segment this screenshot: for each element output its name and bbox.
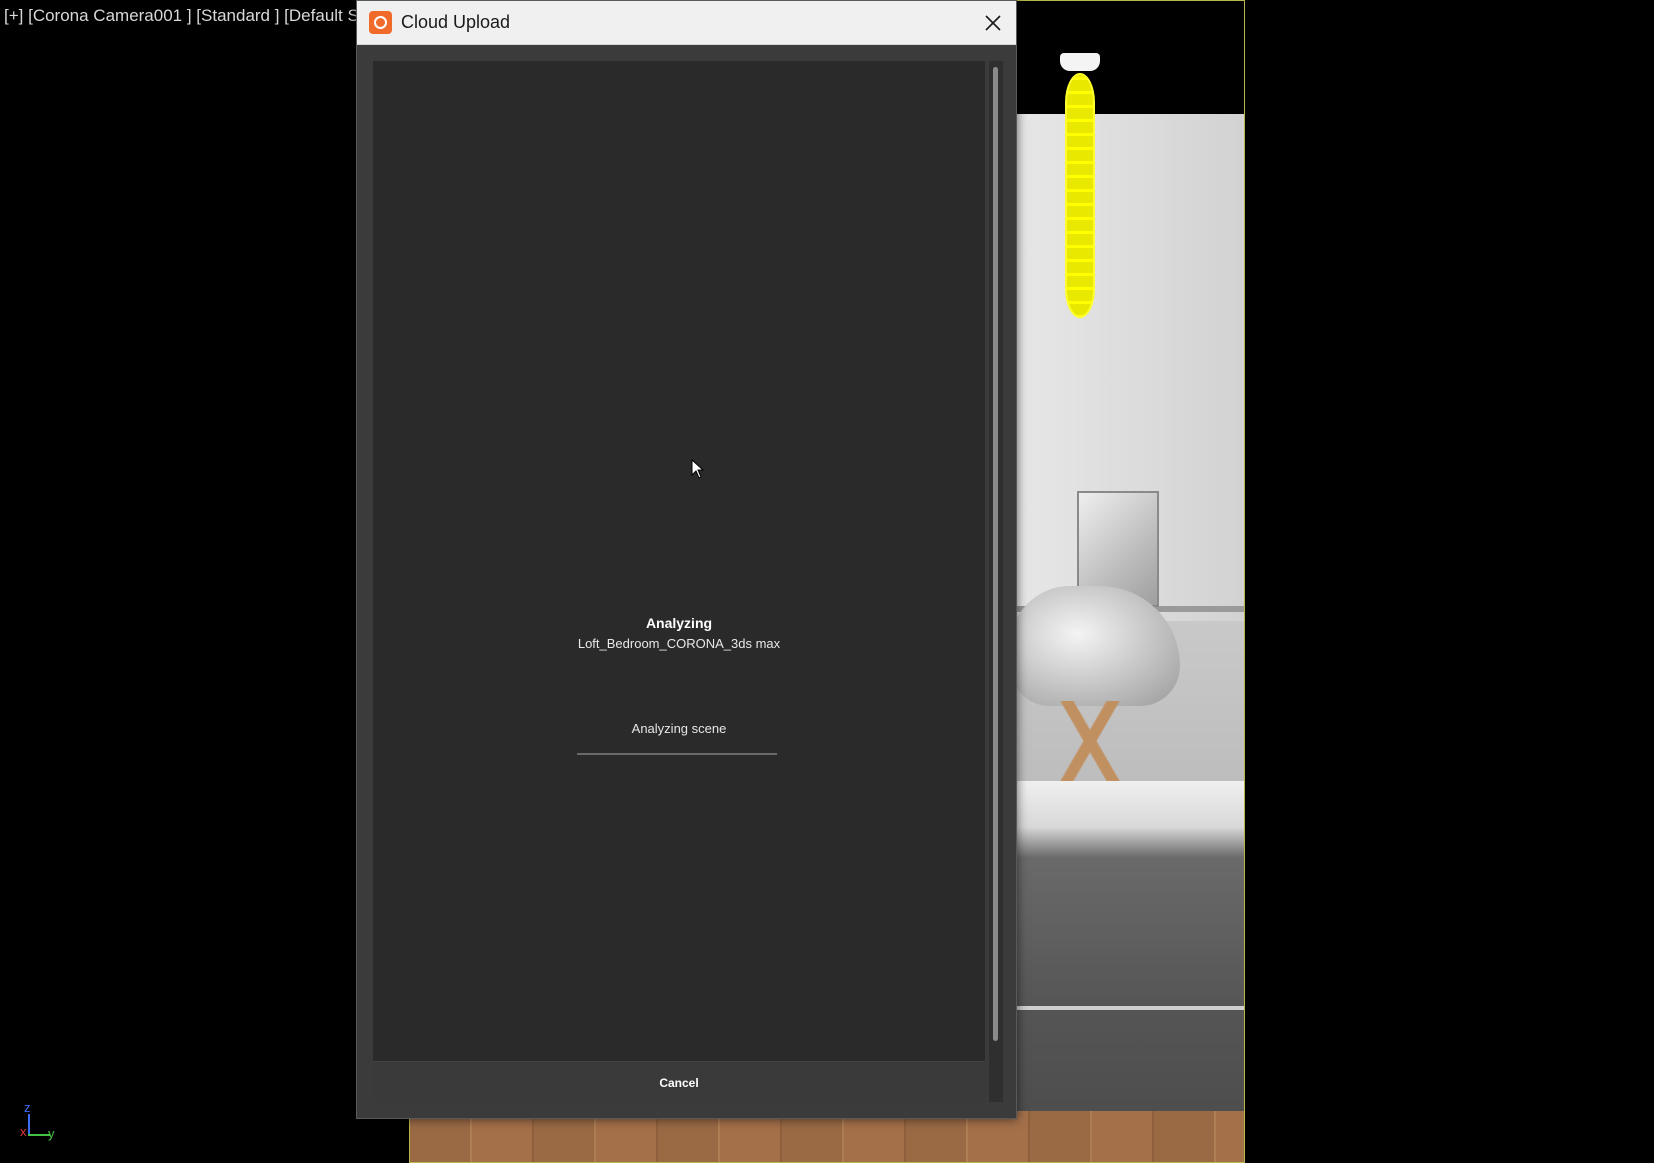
scene-bed [1010,781,1244,1162]
close-icon [985,14,1001,31]
axis-z-label: z [24,1100,31,1115]
content-scrollbar[interactable] [989,61,1003,1102]
mouse-cursor-icon [691,459,705,479]
axis-z-line [28,1114,30,1136]
status-filename: Loft_Bedroom_CORONA_3ds max [577,636,781,651]
cancel-button[interactable]: Cancel [639,1070,718,1096]
axis-y-line [28,1134,50,1136]
light-gizmo-cone[interactable] [1065,73,1095,318]
scene-chair-legs [1020,701,1160,781]
light-gizmo-head[interactable] [1060,53,1100,71]
scrollbar-thumb[interactable] [993,67,998,1041]
close-button[interactable] [970,1,1016,44]
progress-label: Analyzing scene [631,721,727,736]
axis-gizmo: z x y [20,1100,60,1141]
progress-bar [577,753,777,755]
viewport-label[interactable]: [+] [Corona Camera001 ] [Standard ] [Def… [4,6,359,26]
cloud-upload-dialog: Cloud Upload Analyzing Loft_Bedroom_CORO… [356,0,1017,1119]
screen: [+] [Corona Camera001 ] [Standard ] [Def… [0,0,1654,1163]
axis-x-label: x [20,1124,27,1139]
status-title: Analyzing [645,615,713,631]
dialog-titlebar[interactable]: Cloud Upload [357,1,1016,45]
axis-y-label: y [48,1126,55,1141]
cloud-upload-app-icon [369,11,392,34]
dialog-content: Analyzing Loft_Bedroom_CORONA_3ds max An… [373,61,985,1061]
scene-bed-edge [1010,1006,1244,1010]
dialog-footer: Cancel [373,1061,985,1103]
dialog-title: Cloud Upload [401,12,511,32]
